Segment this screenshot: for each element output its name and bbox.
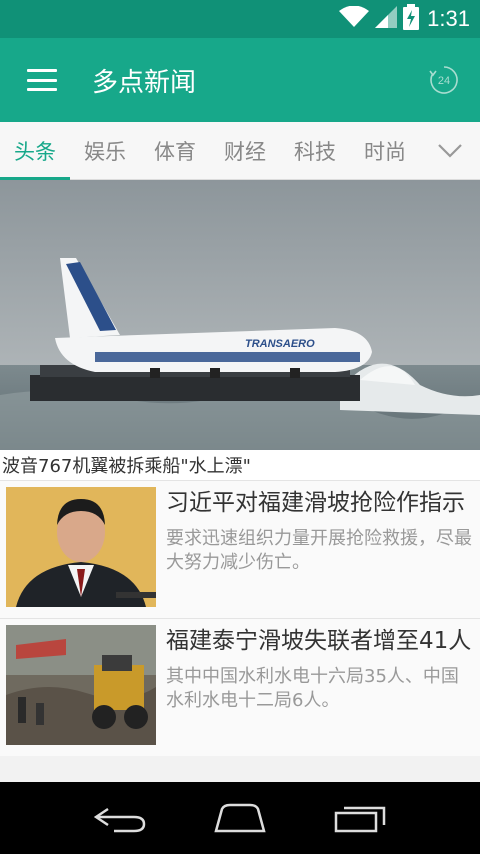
tab-tech[interactable]: 科技 bbox=[280, 122, 350, 179]
news-title: 习近平对福建滑坡抢险作指示 bbox=[166, 490, 465, 516]
battery-charging-icon bbox=[403, 4, 420, 34]
tab-sports[interactable]: 体育 bbox=[140, 122, 210, 179]
tab-finance[interactable]: 财经 bbox=[210, 122, 280, 179]
category-tab-bar: 头条 娱乐 体育 财经 科技 时尚 bbox=[0, 122, 480, 180]
news-title: 福建泰宁滑坡失联者增至41人 bbox=[166, 628, 472, 654]
refresh-24-icon: 24 bbox=[429, 66, 458, 94]
system-nav-bar bbox=[0, 782, 480, 854]
signal-icon bbox=[375, 6, 398, 32]
back-icon bbox=[94, 807, 146, 833]
refresh-button[interactable]: 24 bbox=[414, 50, 474, 110]
recents-button[interactable] bbox=[320, 788, 400, 848]
home-button[interactable] bbox=[200, 788, 280, 848]
refresh-badge: 24 bbox=[438, 75, 450, 87]
news-item[interactable]: 福建泰宁滑坡失联者增至41人 其中中国水利水电十六局35人、中国水利水电十二局6… bbox=[0, 618, 480, 756]
hero-aircraft-livery: TRANSAERO bbox=[245, 338, 315, 350]
news-summary: 要求迅速组织力量开展抢险救援，尽最大努力减少伤亡。 bbox=[166, 528, 472, 573]
news-summary: 其中中国水利水电十六局35人、中国水利水电十二局6人。 bbox=[166, 666, 459, 711]
status-bar: 1:31 bbox=[0, 0, 480, 38]
status-time: 1:31 bbox=[427, 6, 470, 31]
hamburger-menu-icon bbox=[27, 69, 57, 91]
news-thumbnail bbox=[6, 625, 156, 745]
app-bar: 多点新闻 24 bbox=[0, 38, 480, 122]
chevron-down-icon bbox=[438, 143, 462, 158]
tab-headlines[interactable]: 头条 bbox=[0, 122, 70, 180]
news-text: 习近平对福建滑坡抢险作指示 要求迅速组织力量开展抢险救援，尽最大努力减少伤亡。 bbox=[156, 487, 474, 618]
status-icons bbox=[339, 4, 420, 34]
news-thumbnail bbox=[6, 487, 156, 607]
hero-caption: 波音767机翼被拆乘船"水上漂" bbox=[2, 456, 251, 477]
app-title: 多点新闻 bbox=[92, 67, 197, 98]
tab-more-button[interactable] bbox=[420, 122, 480, 179]
tab-fashion[interactable]: 时尚 bbox=[350, 122, 420, 179]
news-list: 习近平对福建滑坡抢险作指示 要求迅速组织力量开展抢险救援，尽最大努力减少伤亡。 … bbox=[0, 480, 480, 756]
hero-image: TRANSAERO bbox=[0, 180, 480, 450]
tab-entertainment[interactable]: 娱乐 bbox=[70, 122, 140, 179]
home-icon bbox=[214, 803, 266, 833]
news-text: 福建泰宁滑坡失联者增至41人 其中中国水利水电十六局35人、中国水利水电十二局6… bbox=[156, 625, 474, 756]
hero-story[interactable]: TRANSAERO 波音767机翼被拆乘船"水上漂" bbox=[0, 180, 480, 480]
menu-button[interactable] bbox=[0, 38, 84, 122]
wifi-icon bbox=[339, 5, 370, 32]
recents-icon bbox=[334, 806, 386, 833]
back-button[interactable] bbox=[80, 788, 160, 848]
news-item[interactable]: 习近平对福建滑坡抢险作指示 要求迅速组织力量开展抢险救援，尽最大努力减少伤亡。 bbox=[0, 480, 480, 618]
